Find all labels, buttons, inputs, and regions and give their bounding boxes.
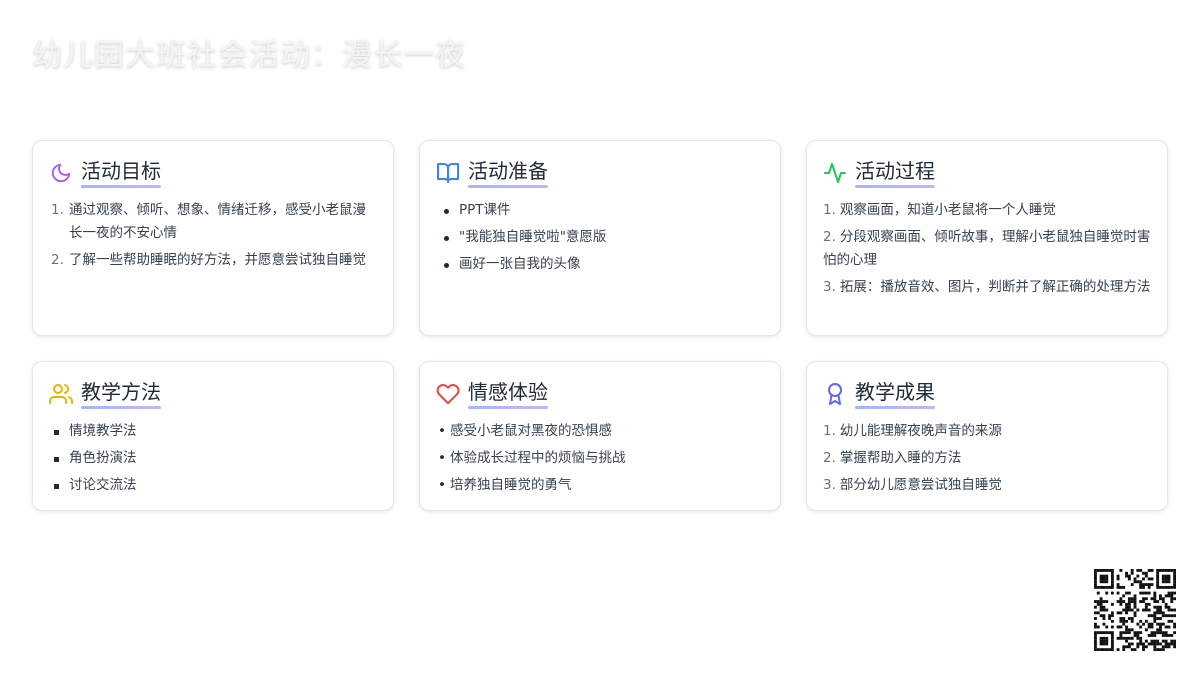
emotion-list: 感受小老鼠对黑夜的恐惧感 体验成长过程中的烦恼与挑战 培养独自睡觉的勇气: [436, 420, 764, 497]
list-item: 画好一张自我的头像: [436, 253, 764, 276]
list-item: 2. 掌握帮助入睡的方法: [823, 447, 1151, 470]
card-activity-goals: 活动目标 1. 通过观察、倾听、想象、情绪迁移，感受小老鼠漫长一夜的不安心情 2.…: [32, 140, 394, 336]
list-item: 感受小老鼠对黑夜的恐惧感: [436, 420, 764, 443]
list-item: 2. 分段观察画面、倾听故事，理解小老鼠独自睡觉时害怕的心理: [823, 226, 1151, 272]
page-title: 幼儿园大班社会活动：漫长一夜: [32, 38, 466, 73]
moon-icon: [49, 161, 73, 185]
goals-list: 1. 通过观察、倾听、想象、情绪迁移，感受小老鼠漫长一夜的不安心情 2. 了解一些帮…: [49, 199, 377, 272]
list-item: 3. 拓展：播放音效、图片，判断并了解正确的处理方法: [823, 276, 1151, 299]
list-item: 1. 幼儿能理解夜晚声音的来源: [823, 420, 1151, 443]
award-icon: [823, 382, 847, 406]
item-number: 2.: [823, 450, 836, 466]
list-item: 情境教学法: [49, 420, 377, 443]
list-item: 培养独自睡觉的勇气: [436, 474, 764, 497]
card-title: 活动目标: [81, 159, 161, 188]
results-list: 1. 幼儿能理解夜晚声音的来源 2. 掌握帮助入睡的方法 3. 部分幼儿愿意尝试独自睡…: [823, 420, 1151, 497]
card-title: 教学成果: [855, 380, 935, 409]
users-icon: [49, 382, 73, 406]
item-number: 1.: [823, 202, 836, 218]
item-number: 2.: [823, 229, 836, 245]
list-item: "我能独自睡觉啦"意愿版: [436, 226, 764, 249]
list-item: 讨论交流法: [49, 474, 377, 497]
heart-icon: [436, 382, 460, 406]
process-list: 1. 观察画面，知道小老鼠将一个人睡觉 2. 分段观察画面、倾听故事，理解小老鼠独自…: [823, 199, 1151, 299]
card-grid: 活动目标 1. 通过观察、倾听、想象、情绪迁移，感受小老鼠漫长一夜的不安心情 2.…: [32, 140, 1168, 511]
card-emotional-experience: 情感体验 感受小老鼠对黑夜的恐惧感 体验成长过程中的烦恼与挑战 培养独自睡觉的勇…: [419, 361, 781, 511]
list-item: 角色扮演法: [49, 447, 377, 470]
card-activity-process: 活动过程 1. 观察画面，知道小老鼠将一个人睡觉 2. 分段观察画面、倾听故事，理解…: [806, 140, 1168, 336]
item-text: 观察画面，知道小老鼠将一个人睡觉: [839, 202, 1056, 218]
card-activity-preparation: 活动准备 PPT课件 "我能独自睡觉啦"意愿版 画好一张自我的头像: [419, 140, 781, 336]
item-text: 拓展：播放音效、图片，判断并了解正确的处理方法: [839, 279, 1151, 295]
book-open-icon: [436, 161, 460, 185]
item-number: 2.: [51, 252, 64, 268]
card-header: 活动目标: [49, 157, 377, 189]
card-header: 情感体验: [436, 378, 764, 410]
qr-code-image: [1094, 569, 1176, 651]
card-title: 活动准备: [468, 159, 548, 188]
card-teaching-results: 教学成果 1. 幼儿能理解夜晚声音的来源 2. 掌握帮助入睡的方法 3. 部分幼儿愿意…: [806, 361, 1168, 511]
activity-icon: [823, 161, 847, 185]
list-item: 3. 部分幼儿愿意尝试独自睡觉: [823, 474, 1151, 497]
item-text: 部分幼儿愿意尝试独自睡觉: [839, 477, 1002, 493]
list-item: 1. 观察画面，知道小老鼠将一个人睡觉: [823, 199, 1151, 222]
card-header: 活动准备: [436, 157, 764, 189]
item-number: 1.: [823, 423, 836, 439]
item-text: 了解一些帮助睡眠的好方法，并愿意尝试独自睡觉: [69, 252, 366, 268]
list-item: 1. 通过观察、倾听、想象、情绪迁移，感受小老鼠漫长一夜的不安心情: [49, 199, 377, 245]
methods-list: 情境教学法 角色扮演法 讨论交流法: [49, 420, 377, 497]
card-title: 活动过程: [855, 159, 935, 188]
card-header: 教学成果: [823, 378, 1151, 410]
card-title: 教学方法: [81, 380, 161, 409]
card-title: 情感体验: [468, 380, 548, 409]
item-text: 分段观察画面、倾听故事，理解小老鼠独自睡觉时害怕的心理: [823, 229, 1151, 268]
card-teaching-methods: 教学方法 情境教学法 角色扮演法 讨论交流法: [32, 361, 394, 511]
prep-list: PPT课件 "我能独自睡觉啦"意愿版 画好一张自我的头像: [436, 199, 764, 276]
item-number: 1.: [51, 202, 64, 218]
item-number: 3.: [823, 279, 836, 295]
item-text: 幼儿能理解夜晚声音的来源: [839, 423, 1002, 439]
list-item: PPT课件: [436, 199, 764, 222]
list-item: 体验成长过程中的烦恼与挑战: [436, 447, 764, 470]
item-text: 通过观察、倾听、想象、情绪迁移，感受小老鼠漫长一夜的不安心情: [69, 202, 366, 241]
item-text: 掌握帮助入睡的方法: [839, 450, 962, 466]
card-header: 活动过程: [823, 157, 1151, 189]
item-number: 3.: [823, 477, 836, 493]
card-header: 教学方法: [49, 378, 377, 410]
list-item: 2. 了解一些帮助睡眠的好方法，并愿意尝试独自睡觉: [49, 249, 377, 272]
